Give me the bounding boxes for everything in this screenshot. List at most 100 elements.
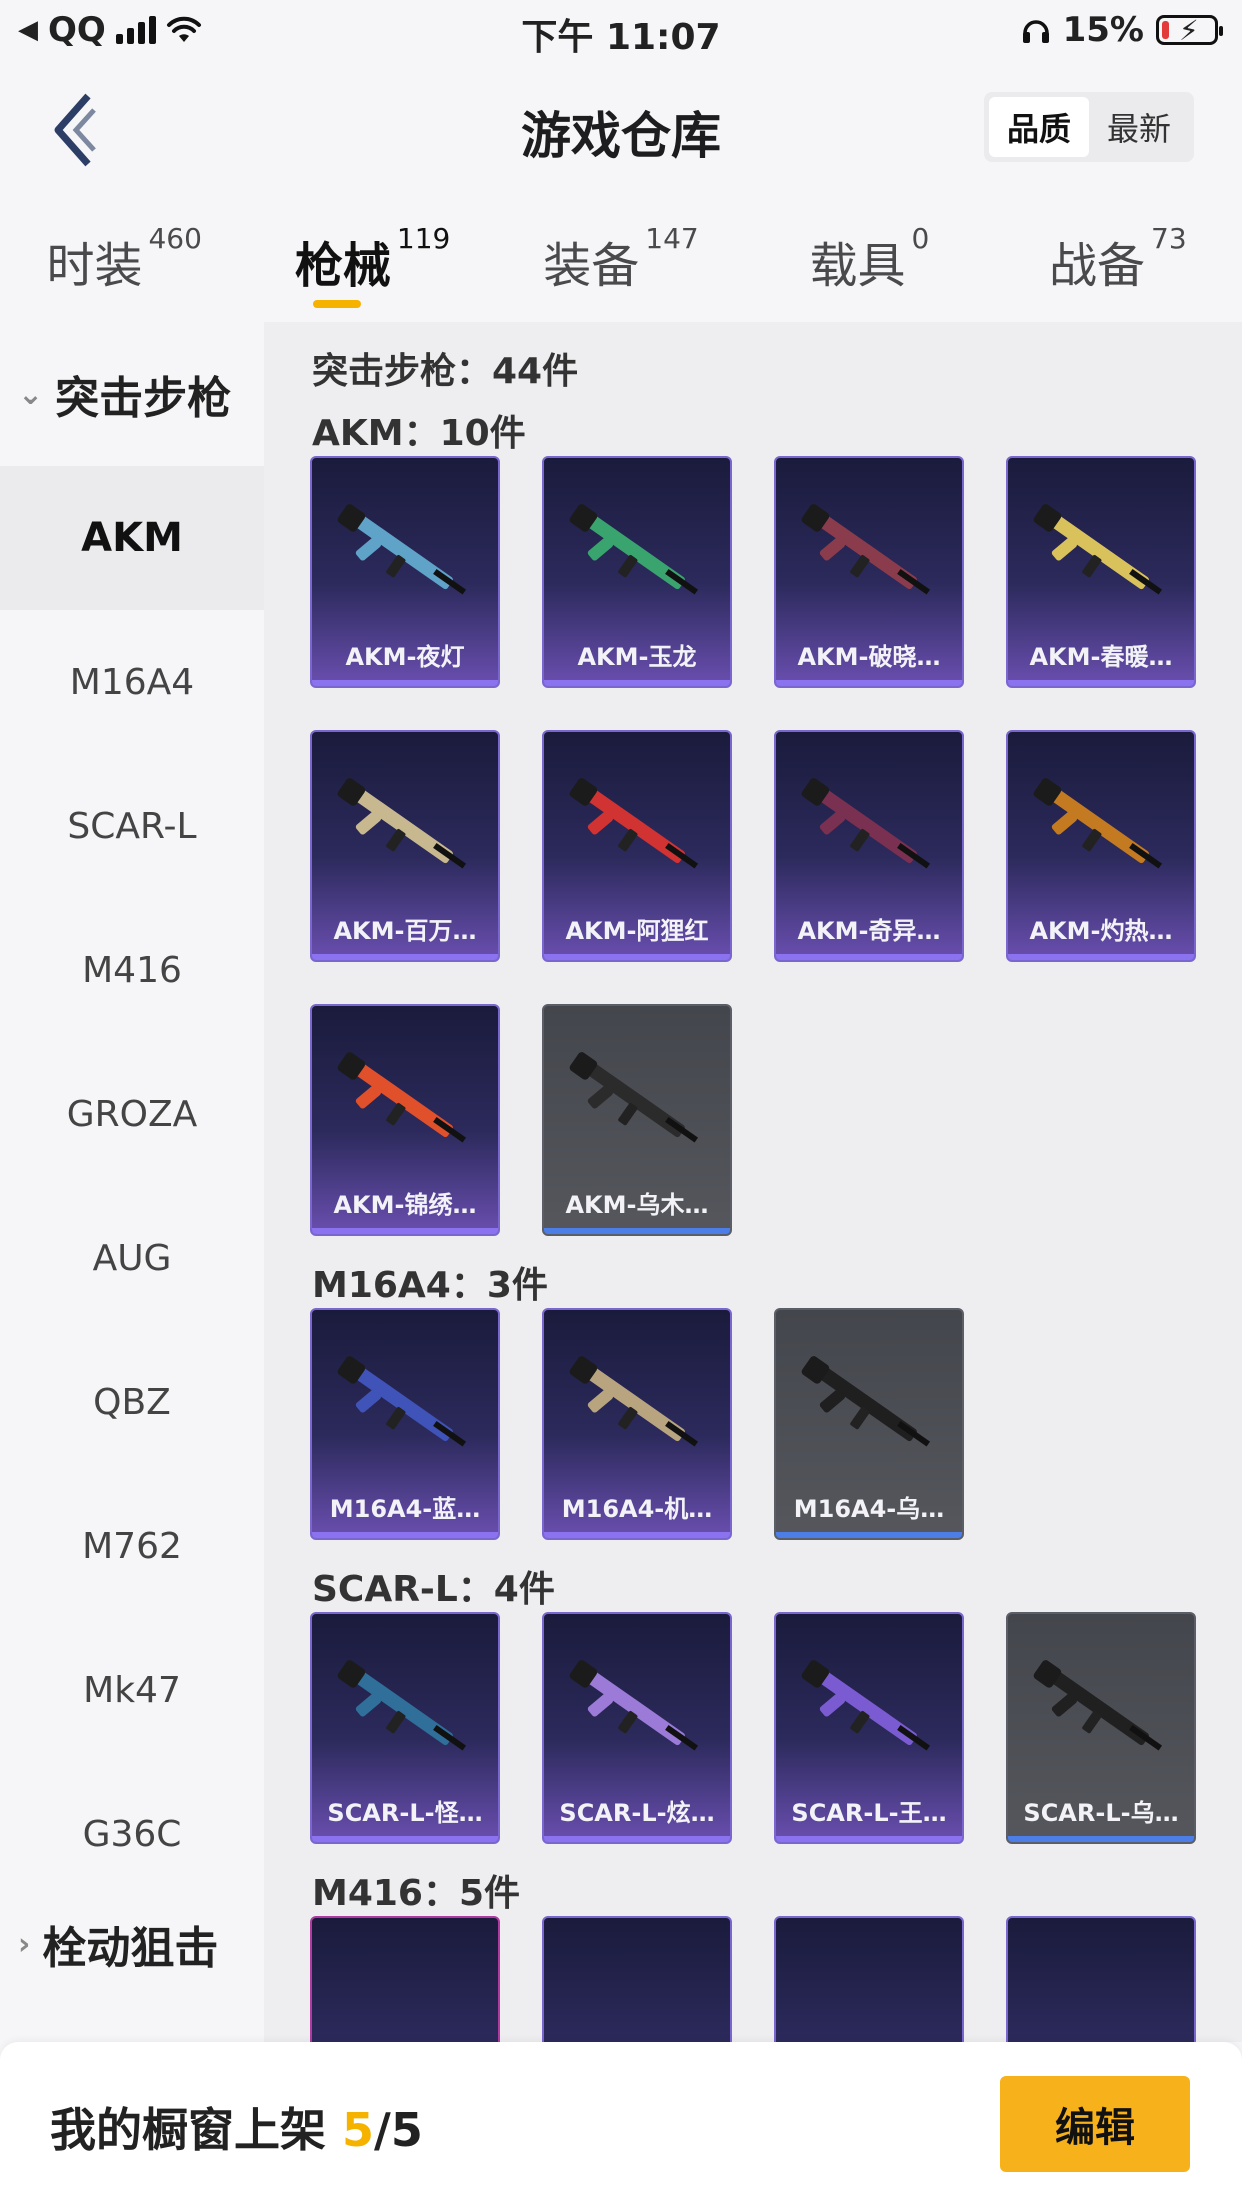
item-card[interactable]: AKM-百万… [310, 730, 500, 962]
item-card-partial[interactable] [310, 1916, 500, 2042]
tab-count: 460 [148, 222, 202, 255]
item-card[interactable]: SCAR-L-怪… [310, 1612, 500, 1844]
rifle-icon [1033, 504, 1163, 595]
item-card-label: AKM-夜灯 [345, 643, 465, 671]
sidebar-item-m16a4[interactable]: M16A4 [0, 610, 264, 754]
item-card-label: M16A4-乌… [793, 1495, 945, 1523]
sort-option-quality[interactable]: 品质 [989, 97, 1089, 157]
rifle-icon [569, 1660, 699, 1751]
tab-vehicles[interactable]: 载具 0 [745, 200, 993, 320]
item-card-label: AKM-乌木… [565, 1191, 709, 1219]
tab-label: 战备 [1049, 238, 1146, 294]
item-card[interactable]: SCAR-L-乌… [1006, 1612, 1196, 1844]
status-bar: ◀ QQ 下午 11:07 15% ⚡ [0, 0, 1242, 64]
item-card[interactable]: AKM-玉龙 [542, 456, 732, 688]
status-right: 15% ⚡ [1021, 10, 1223, 50]
category-tabs: 时装 460 枪械 119 装备 147 载具 0 战备 73 [0, 200, 1242, 320]
section-total-count: 突击步枪：44件 [312, 351, 579, 392]
tab-supplies[interactable]: 战备 73 [994, 200, 1242, 320]
item-card-label: SCAR-L-炫… [559, 1799, 715, 1827]
item-card-label: AKM-奇异… [797, 917, 941, 945]
tab-firearms[interactable]: 枪械 119 [248, 200, 496, 320]
rifle-icon [569, 1052, 699, 1143]
chevron-down-icon: ⌄ [18, 376, 44, 412]
showcase-status: 我的橱窗上架 5/5 [50, 2094, 423, 2160]
rifle-icon [569, 504, 699, 595]
item-card-partial[interactable] [542, 1916, 732, 2042]
sidebar-item-akm[interactable]: AKM [0, 466, 264, 610]
battery-percent: 15% [1062, 10, 1144, 50]
tab-count: 119 [396, 222, 451, 255]
rifle-icon [801, 1660, 931, 1751]
tab-fashion[interactable]: 时装 460 [0, 200, 248, 320]
item-grid-panel: 突击步枪：44件 AKM：10件 AKM-夜灯 AKM-玉龙 AKM-破晓… AKM-春… [264, 322, 1242, 2042]
item-card[interactable]: SCAR-L-王… [774, 1612, 964, 1844]
sidebar-item-groza[interactable]: GROZA [0, 1042, 264, 1186]
item-card[interactable]: M16A4-乌… [774, 1308, 964, 1540]
rifle-icon [801, 1356, 931, 1447]
item-card[interactable]: M16A4-机… [542, 1308, 732, 1540]
item-card[interactable]: SCAR-L-炫… [542, 1612, 732, 1844]
sidebar-group-bolt-action-snipers[interactable]: › 栓动狙击 [0, 1872, 218, 2016]
item-card[interactable]: AKM-乌木… [542, 1004, 732, 1236]
item-card-label: AKM-百万… [333, 917, 477, 945]
sidebar-group-label: 突击步枪 [55, 373, 232, 424]
edit-button[interactable]: 编辑 [1000, 2076, 1190, 2172]
rifle-icon [801, 504, 931, 595]
group-title: AKM：10件 [312, 413, 526, 454]
tab-count: 0 [911, 222, 930, 255]
group-title: M16A4：3件 [312, 1265, 548, 1306]
header: 游戏仓库 品质 最新 [0, 64, 1242, 194]
bottom-bar: 我的橱窗上架 5/5 编辑 [0, 2042, 1242, 2208]
item-card-partial[interactable] [1006, 1916, 1196, 2042]
sidebar-group-assault-rifles[interactable]: ⌄ 突击步枪 [0, 322, 264, 466]
item-card-label: SCAR-L-怪… [327, 1799, 483, 1827]
battery-charging-icon: ⚡ [1156, 14, 1223, 47]
item-card[interactable]: AKM-灼热… [1006, 730, 1196, 962]
sidebar-item-m416[interactable]: M416 [0, 898, 264, 1042]
rifle-icon [337, 1052, 467, 1143]
item-card-label: M16A4-机… [561, 1495, 713, 1523]
sidebar-item-qbz[interactable]: QBZ [0, 1330, 264, 1474]
rifle-icon [1033, 1660, 1163, 1751]
item-card-label: SCAR-L-王… [791, 1799, 947, 1827]
rifle-icon [337, 1356, 467, 1447]
item-card[interactable]: AKM-阿狸红 [542, 730, 732, 962]
item-card-label: AKM-阿狸红 [565, 917, 709, 945]
item-card[interactable]: AKM-春暖… [1006, 456, 1196, 688]
sidebar-item-mk47[interactable]: Mk47 [0, 1618, 264, 1762]
tab-label: 时装 [46, 238, 143, 294]
item-card-label: AKM-春暖… [1029, 643, 1173, 671]
showcase-current-count: 5 [342, 2103, 375, 2157]
group-title: SCAR-L：4件 [312, 1569, 555, 1610]
sidebar-item-aug[interactable]: AUG [0, 1186, 264, 1330]
tab-equipment[interactable]: 装备 147 [497, 200, 745, 320]
item-card-label: SCAR-L-乌… [1023, 1799, 1179, 1827]
item-card-label: AKM-破晓… [797, 643, 941, 671]
group-title: M416：5件 [312, 1873, 521, 1914]
item-card[interactable]: AKM-夜灯 [310, 456, 500, 688]
sidebar-item-scar-l[interactable]: SCAR-L [0, 754, 264, 898]
rifle-icon [337, 778, 467, 869]
tab-label: 枪械 [294, 238, 391, 294]
tab-label: 载具 [809, 238, 906, 294]
headphone-icon [1022, 20, 1049, 43]
sidebar-group-label: 栓动狙击 [42, 1923, 219, 1974]
item-card[interactable]: AKM-锦绣… [310, 1004, 500, 1236]
sort-option-newest[interactable]: 最新 [1089, 97, 1189, 157]
rifle-icon [1033, 778, 1163, 869]
rifle-icon [569, 778, 699, 869]
item-card-partial[interactable] [774, 1916, 964, 2042]
sort-toggle: 品质 最新 [984, 92, 1194, 162]
showcase-label: 我的橱窗上架 [50, 2103, 326, 2157]
item-card[interactable]: AKM-奇异… [774, 730, 964, 962]
tab-active-indicator [312, 300, 361, 308]
item-card-label: AKM-玉龙 [577, 643, 697, 671]
item-card[interactable]: M16A4-蓝… [310, 1308, 500, 1540]
sidebar-item-m762[interactable]: M762 [0, 1474, 264, 1618]
showcase-total-count: /5 [374, 2103, 423, 2157]
rifle-icon [801, 778, 931, 869]
item-card[interactable]: AKM-破晓… [774, 456, 964, 688]
rifle-icon [569, 1356, 699, 1447]
rifle-icon [337, 1660, 467, 1751]
